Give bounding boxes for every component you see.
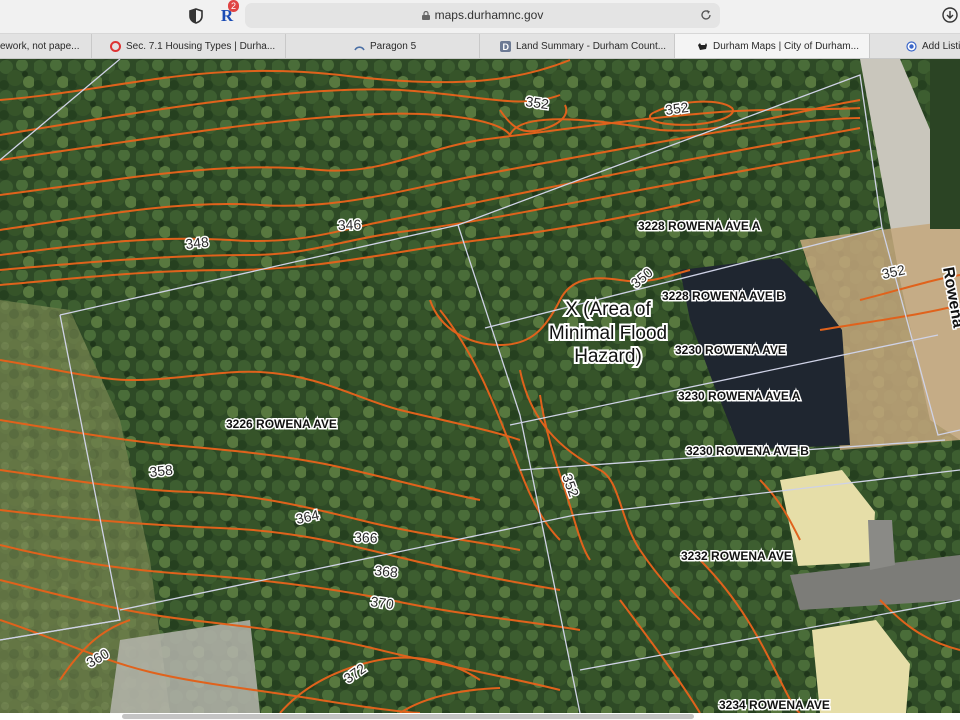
tab-label: ework, not pape... [0, 40, 80, 52]
parcel-label[interactable]: 3234 ROWENA AVE [718, 697, 832, 714]
tab-add-listing[interactable]: Add Listi [870, 34, 960, 58]
lock-icon [421, 11, 430, 20]
d-letter-icon: D [500, 40, 511, 52]
horizontal-scrollbar-thumb[interactable] [122, 714, 694, 719]
contour-label: 352 [525, 93, 551, 112]
tab-label: Durham Maps | City of Durham... [713, 40, 859, 52]
parcel-label[interactable]: 3228 ROWENA AVE B [661, 288, 787, 305]
parcel-label[interactable]: 3230 ROWENA AVE A [677, 388, 803, 405]
red-circle-icon [110, 40, 121, 52]
tab-bar: ework, not pape... Sec. 7.1 Housing Type… [0, 34, 960, 59]
tab-ework[interactable]: ework, not pape... [0, 34, 92, 58]
contour-label: 348 [185, 234, 210, 252]
parcel-label[interactable]: 3230 ROWENA AVE B [685, 443, 811, 460]
tab-paragon[interactable]: Paragon 5 [286, 34, 480, 58]
flood-zone-line: X (Area of [565, 299, 651, 320]
contour-label: 352 [664, 99, 690, 118]
svg-text:D: D [503, 42, 510, 52]
parcel-label[interactable]: 3230 ROWENA AVE [674, 342, 788, 359]
address-bar[interactable]: maps.durhamnc.gov [245, 3, 720, 28]
tab-label: Land Summary - Durham Count... [516, 40, 667, 52]
tab-label: Sec. 7.1 Housing Types | Durha... [126, 40, 276, 52]
tab-land-summary[interactable]: D Land Summary - Durham Count... [480, 34, 675, 58]
extension-badge: 2 [228, 0, 240, 12]
parcel-label[interactable]: 3228 ROWENA AVE A [637, 218, 763, 235]
reload-icon[interactable] [700, 8, 712, 26]
horizontal-scrollbar-track [0, 713, 960, 720]
tab-durham-maps[interactable]: Durham Maps | City of Durham... [675, 34, 870, 58]
bull-icon [697, 41, 708, 52]
tab-label: Add Listi [922, 40, 960, 52]
contour-label: 370 [370, 593, 396, 612]
download-icon[interactable] [942, 7, 958, 28]
tab-label: Paragon 5 [370, 40, 417, 52]
flood-zone-line: Hazard) [574, 346, 642, 367]
contour-label: 346 [338, 216, 362, 233]
paragon-icon [354, 41, 365, 52]
shield-icon[interactable] [186, 6, 206, 26]
flood-zone-line: Minimal Flood [549, 323, 667, 344]
contour-label: 368 [374, 562, 399, 580]
map-canvas[interactable]: Rowena 352 352 346 348 352 358 364 366 3… [0, 59, 960, 713]
tab-housing-types[interactable]: Sec. 7.1 Housing Types | Durha... [92, 34, 286, 58]
contour-label: 358 [149, 462, 174, 480]
browser-toolbar: R 2 maps.durhamnc.gov [0, 0, 960, 34]
blue-dot-icon [906, 40, 917, 52]
contour-label: 366 [354, 529, 378, 546]
parcel-label[interactable]: 3226 ROWENA AVE [225, 416, 339, 433]
url-text: maps.durhamnc.gov [434, 8, 544, 22]
map-view[interactable]: Rowena 352 352 346 348 352 358 364 366 3… [0, 59, 960, 713]
parcel-label[interactable]: 3232 ROWENA AVE [680, 548, 794, 565]
